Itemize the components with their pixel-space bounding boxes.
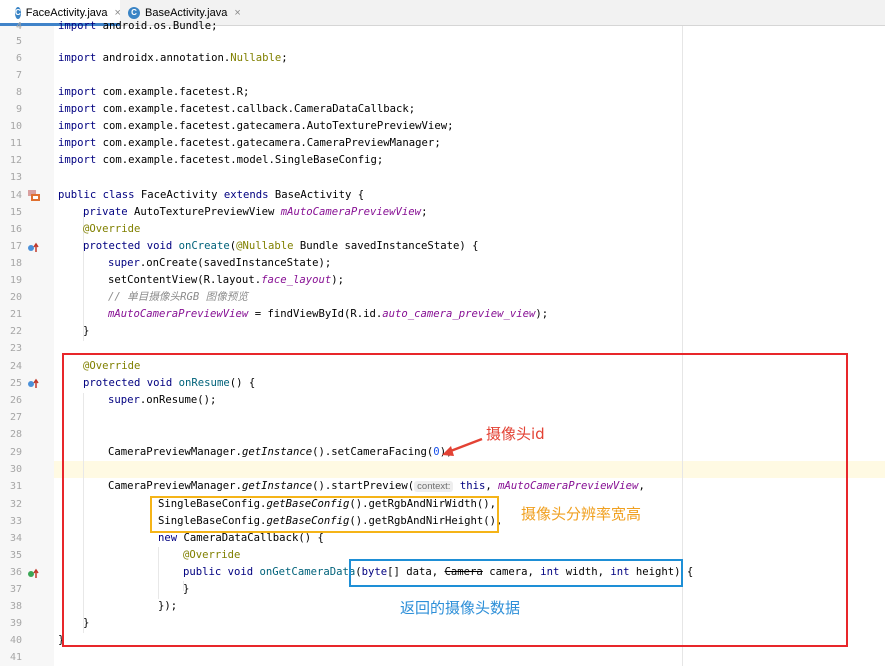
annotation-resolution: 摄像头分辨率宽高 <box>521 505 642 523</box>
code-line: import com.example.facetest.gatecamera.A… <box>58 120 454 132</box>
code-line: import com.example.facetest.model.Single… <box>58 154 384 166</box>
code-line: import androidx.annotation.Nullable; <box>58 52 288 64</box>
callback-params-highlight-box <box>349 559 683 587</box>
code-line: @Override <box>83 223 141 235</box>
code-line: import com.example.facetest.callback.Cam… <box>58 103 416 115</box>
code-line: import com.example.facetest.gatecamera.C… <box>58 137 441 149</box>
code-line: protected void onCreate(@Nullable Bundle… <box>83 240 479 252</box>
code-line: private AutoTexturePreviewView mAutoCame… <box>83 206 428 218</box>
code-line: public class FaceActivity extends BaseAc… <box>58 189 365 201</box>
code-line: import com.example.facetest.R; <box>58 86 250 98</box>
code-comment: // 单目摄像头RGB 图像预览 <box>108 291 248 303</box>
arrow-icon <box>442 437 483 456</box>
code-line: super.onCreate(savedInstanceState); <box>108 257 332 269</box>
annotation-return-data: 返回的摄像头数据 <box>400 599 521 617</box>
code-line: } <box>83 325 90 337</box>
code-line: import android.os.Bundle; <box>58 20 218 32</box>
code-line: setContentView(R.layout.face_layout); <box>108 274 345 286</box>
annotation-camera-id: 摄像头id <box>486 425 545 443</box>
code-line: mAutoCameraPreviewView = findViewById(R.… <box>108 308 549 320</box>
resolution-highlight-box <box>150 496 499 533</box>
